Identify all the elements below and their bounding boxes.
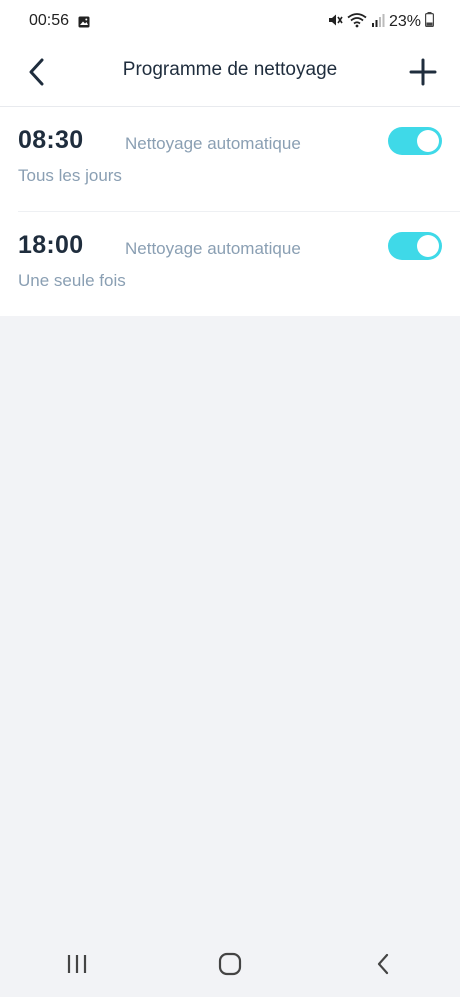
mute-icon — [327, 12, 343, 33]
schedule-toggle[interactable] — [388, 127, 442, 155]
page-title: Programme de nettoyage — [122, 59, 338, 80]
plus-icon — [409, 58, 437, 86]
schedule-repeat: Tous les jours — [18, 166, 122, 185]
status-indicators: 23% — [327, 10, 435, 34]
home-button[interactable] — [200, 944, 260, 984]
schedule-item[interactable]: 08:30 Nettoyage automatique Tous les jou… — [0, 107, 460, 212]
home-icon — [218, 952, 242, 975]
toggle-knob — [417, 235, 439, 257]
status-time: 00:56 — [29, 12, 70, 29]
system-navigation-bar — [0, 930, 460, 997]
schedule-list: 08:30 Nettoyage automatique Tous les jou… — [0, 107, 460, 316]
back-icon — [378, 953, 389, 974]
schedule-repeat: Une seule fois — [18, 271, 126, 290]
system-back-button[interactable] — [353, 944, 413, 984]
status-bar: 00:56 23% — [0, 0, 460, 44]
schedule-mode: Nettoyage automatique — [125, 134, 301, 153]
signal-icon — [371, 13, 385, 32]
battery-percentage: 23% — [388, 13, 421, 30]
schedule-toggle[interactable] — [388, 232, 442, 260]
gallery-notification-icon — [78, 15, 90, 28]
recent-apps-icon — [67, 954, 86, 973]
recent-apps-button[interactable] — [47, 944, 107, 984]
app-header: Programme de nettoyage — [0, 44, 460, 106]
schedule-mode: Nettoyage automatique — [125, 239, 301, 258]
schedule-time: 08:30 — [18, 126, 84, 154]
schedule-item[interactable]: 18:00 Nettoyage automatique Une seule fo… — [0, 212, 460, 316]
battery-icon — [425, 12, 435, 32]
toggle-knob — [417, 130, 439, 152]
add-schedule-button[interactable] — [406, 55, 440, 89]
wifi-icon — [347, 12, 367, 33]
schedule-time: 18:00 — [18, 231, 84, 259]
